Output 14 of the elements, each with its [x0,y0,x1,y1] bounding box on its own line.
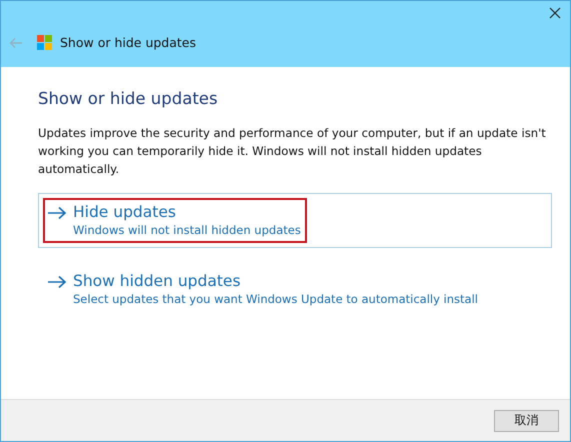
close-icon[interactable] [549,7,561,19]
option-subtitle: Windows will not install hidden updates [73,222,301,238]
description-text: Updates improve the security and performance of your computer, but if an update isn't working you can temporarily hide it. Windows will not install hidden updates automatically. [38,125,547,178]
cancel-button[interactable]: 取消 [494,410,559,432]
option-title: Hide updates [73,202,177,222]
windows-logo-icon [37,35,52,50]
window-title: Show or hide updates [60,35,196,50]
arrow-icon [47,206,67,220]
arrow-icon [47,275,67,289]
option-subtitle: Select updates that you want Windows Update to automatically install [73,291,478,307]
option-title: Show hidden updates [73,271,242,291]
page-heading: Show or hide updates [38,89,219,108]
option-link[interactable]: Hide updates Windows will not install hidden updates [38,193,552,248]
option-link[interactable]: Show hidden updates Select updates that you want Windows Update to automatically install [38,262,552,317]
